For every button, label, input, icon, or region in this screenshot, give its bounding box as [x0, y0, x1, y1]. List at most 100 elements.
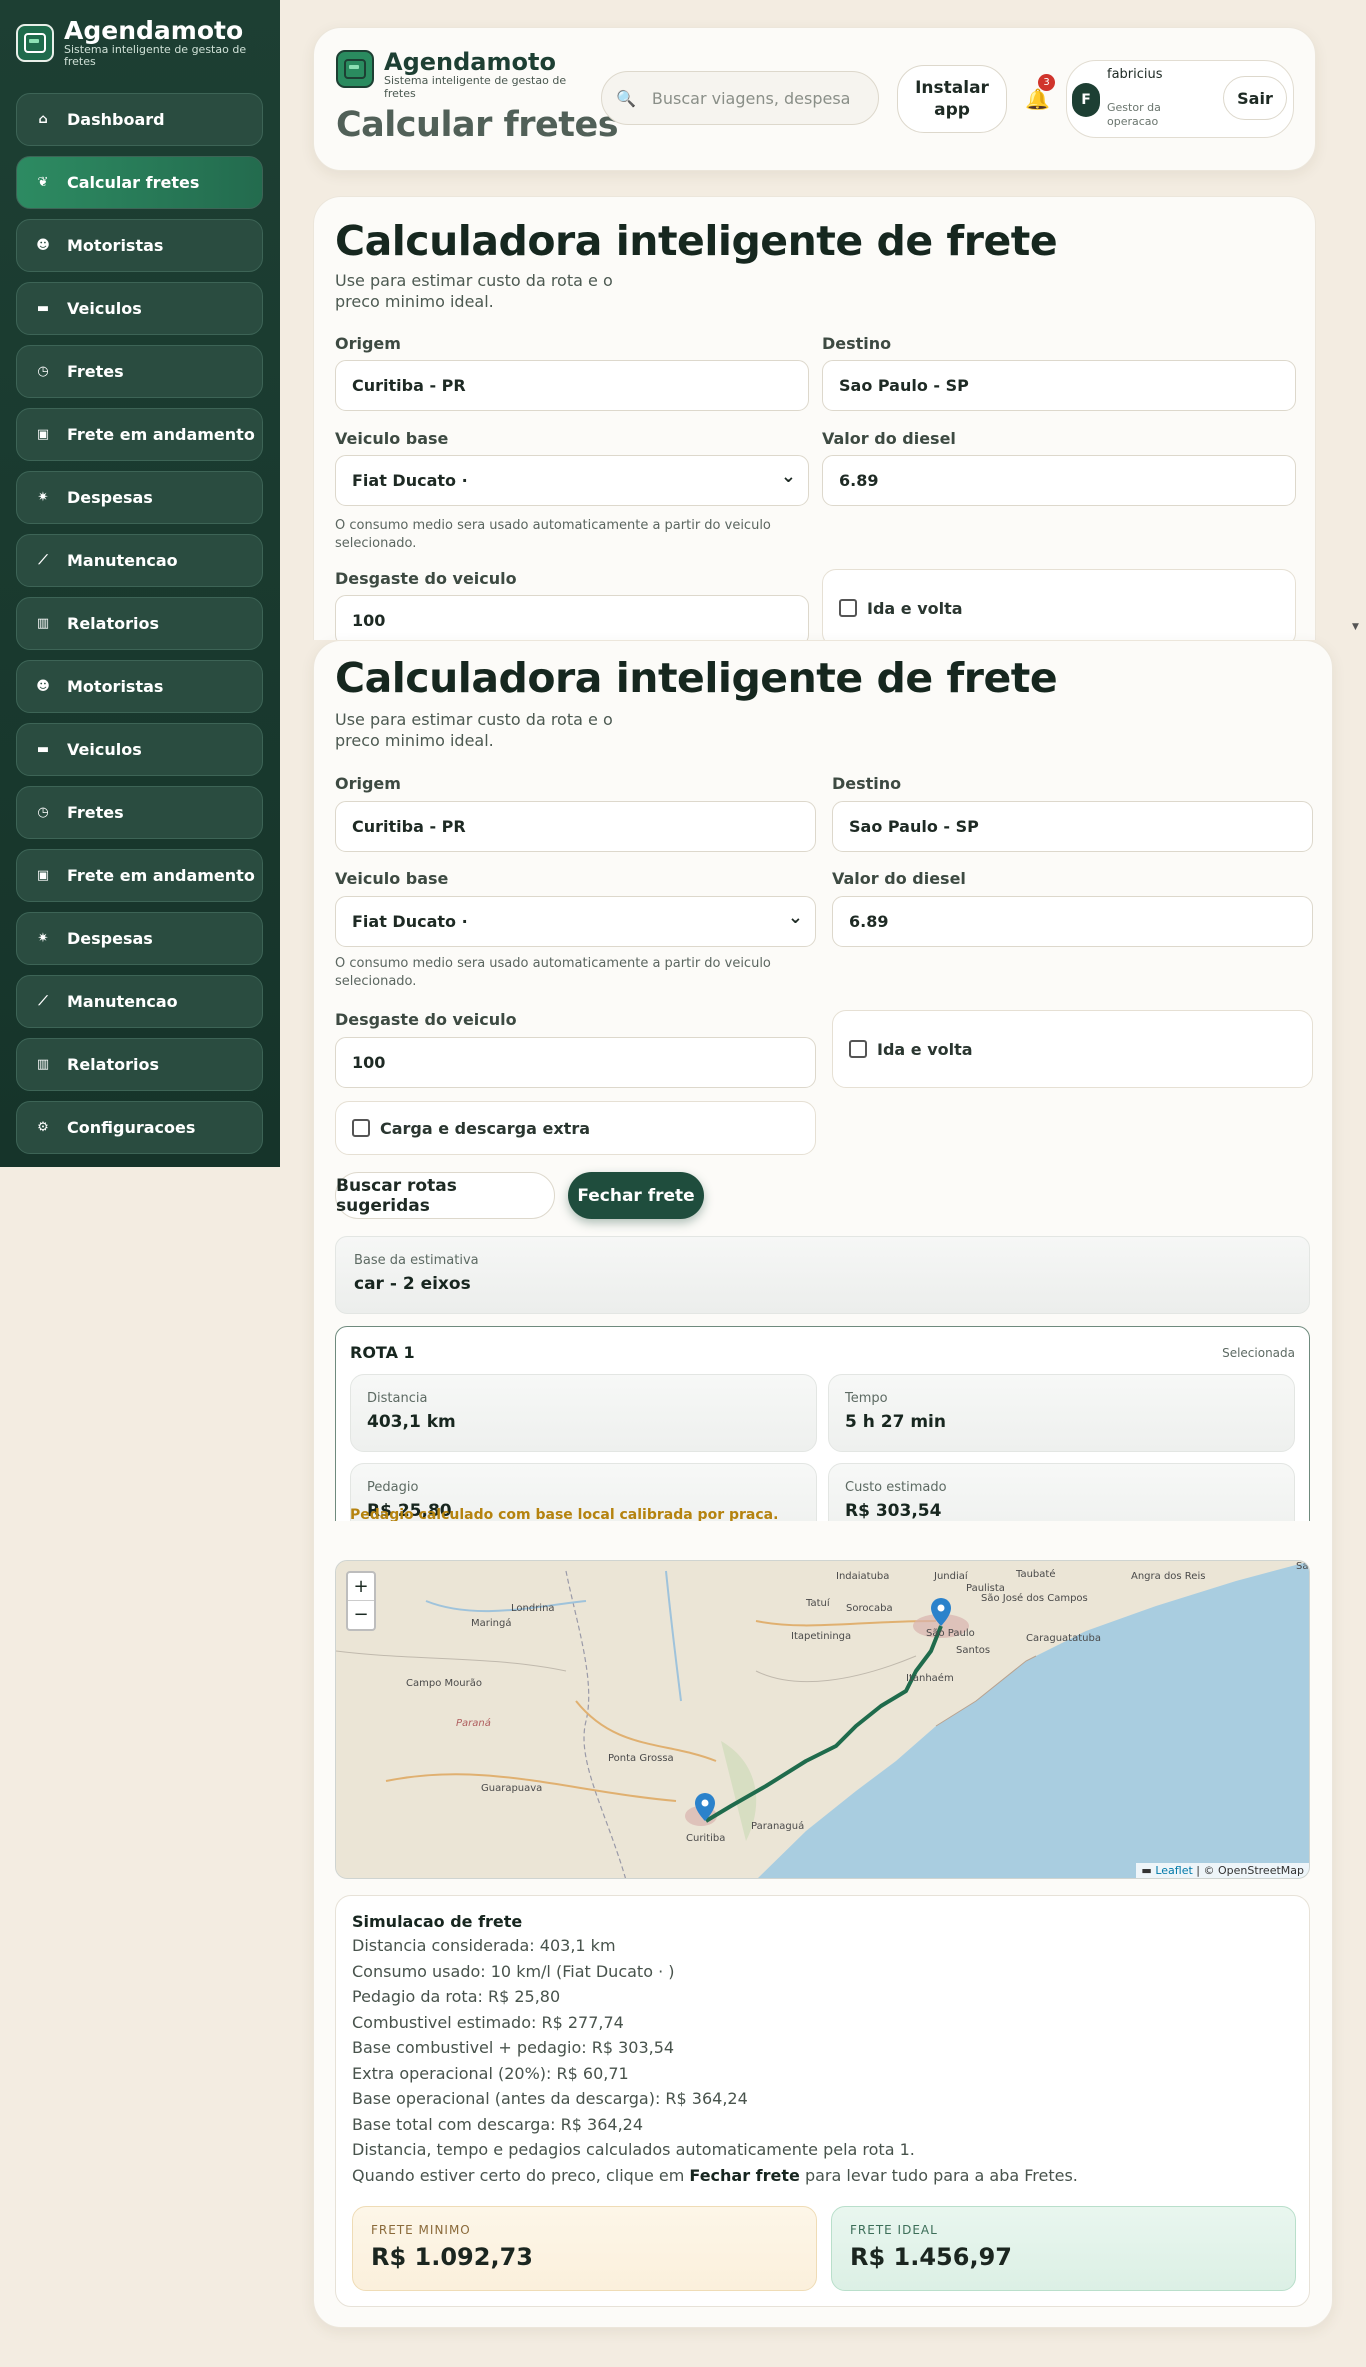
sidebar-item-label: Motoristas	[67, 677, 164, 696]
wand-icon: ⟋	[38, 994, 48, 1009]
toll-label: Pedagio	[367, 1480, 419, 1495]
map-place-label: Tatuí	[805, 1597, 831, 1609]
origin-label: Origem	[335, 334, 401, 353]
search-icon: 🔍	[616, 88, 636, 108]
simulation-line: Distancia considerada: 403,1 km	[352, 1936, 616, 1955]
search-placeholder: Buscar viagens, despesa	[651, 88, 851, 108]
zoom-out-button[interactable]: −	[348, 1601, 374, 1629]
map-place-label: São Paulo	[926, 1628, 975, 1639]
round-trip-checkbox-2[interactable]: Ida e volta	[832, 1010, 1313, 1088]
sidebar-item-motoristas[interactable]: ☻ Motoristas	[16, 219, 263, 272]
sidebar-item-dashboard[interactable]: ⌂ Dashboard	[16, 93, 263, 146]
package-icon: ▣	[36, 868, 50, 883]
sidebar-item-label: Motoristas	[67, 236, 164, 255]
extra-load-box[interactable]	[352, 1119, 370, 1137]
package-icon: ▣	[36, 427, 50, 442]
calculator-card-top: Calculadora inteligente de frete Use par…	[313, 196, 1316, 640]
distance-value: 403,1 km	[367, 1412, 456, 1432]
clock-icon: ◷	[37, 805, 49, 820]
close-freight-button[interactable]: Fechar frete	[568, 1172, 704, 1219]
sidebar-item-fretes[interactable]: ◷ Fretes	[16, 345, 263, 398]
app-name: Agendamoto	[64, 16, 244, 45]
simulation-line: Consumo usado: 10 km/l (Fiat Ducato · )	[352, 1961, 675, 1981]
sidebar-item-manutencao[interactable]: ⟋ Manutencao	[16, 975, 263, 1028]
round-trip-checkbox[interactable]: Ida e volta	[822, 569, 1296, 640]
route-card[interactable]: ROTA 1 Selecionada Distancia 403,1 km Tem…	[335, 1326, 1310, 1521]
suggest-routes-button[interactable]: Buscar rotas sugeridas	[335, 1172, 555, 1219]
estimate-base-value: car - 2 eixos	[354, 1274, 471, 1294]
simulation-line: Base operacional (antes da descarga): R$…	[352, 2089, 748, 2108]
search-input[interactable]: 🔍 Buscar viagens, despesa	[601, 71, 879, 125]
wear-label: Desgaste do veiculo	[335, 569, 517, 588]
ideal-freight-value: R$ 1.456,97	[850, 2243, 1012, 2271]
vehicle-select-value-2: Fiat Ducato ·	[352, 912, 468, 931]
origin-input[interactable]: Curitiba - PR	[335, 360, 809, 411]
sidebar-item-label: Fretes	[67, 362, 124, 381]
vehicle-label-2: Veiculo base	[335, 869, 449, 888]
round-trip-label-2: Ida e volta	[877, 1039, 973, 1059]
simulation-line: Pedagio da rota: R$ 25,80	[352, 1987, 561, 2006]
sidebar-item-fretes[interactable]: ◷ Fretes	[16, 786, 263, 839]
map-place-label: Londrina	[511, 1603, 555, 1614]
zoom-in-button[interactable]: +	[348, 1573, 374, 1601]
clock-icon: ◷	[37, 364, 49, 379]
sidebar-item-relatorios[interactable]: ▥ Relatorios	[16, 597, 263, 650]
round-trip-box-2[interactable]	[849, 1040, 867, 1058]
estimate-base-label: Base da estimativa	[354, 1253, 479, 1268]
install-app-button[interactable]: Instalar app	[897, 65, 1007, 133]
calculator-subtitle: Use para estimar custo da rota e o preco…	[335, 271, 613, 311]
cost-label: Custo estimado	[845, 1480, 947, 1495]
round-trip-box[interactable]	[839, 599, 857, 617]
chart-icon: ▥	[36, 1057, 50, 1072]
wand-icon: ⟋	[38, 553, 48, 568]
sidebar-item-label: Frete em andamento	[67, 425, 255, 444]
simulation-line: Base total com descarga: R$ 364,24	[352, 2114, 644, 2134]
diesel-input-2[interactable]: 6.89	[832, 896, 1313, 947]
sidebar-item-veiculos[interactable]: ▬ Veiculos	[16, 723, 263, 776]
map-canvas[interactable]: Jundiaí TaubatéIndaiatubaPaulistaSão José…	[336, 1561, 1310, 1879]
sidebar-item-label: Veiculos	[67, 299, 142, 318]
sidebar-item-relatorios[interactable]: ▥ Relatorios	[16, 1038, 263, 1091]
sidebar-item-calcular-fretes[interactable]: ❦ Calcular fretes	[16, 156, 263, 209]
origin-input-2[interactable]: Curitiba - PR	[335, 801, 816, 852]
cost-value: R$ 303,54	[845, 1501, 942, 1521]
sidebar-item-manutencao[interactable]: ⟋ Manutencao	[16, 534, 263, 587]
destination-input-2[interactable]: Sao Paulo - SP	[832, 801, 1313, 852]
sidebar-item-despesas[interactable]: ✷ Despesas	[16, 912, 263, 965]
simulation-line: Combustivel estimado: R$ 277,74	[352, 2012, 624, 2032]
osm-attribution[interactable]: | © OpenStreetMap	[1196, 1864, 1304, 1877]
logout-button[interactable]: Sair	[1223, 76, 1287, 120]
chart-icon: ▥	[36, 616, 50, 631]
sidebar-item-veiculos[interactable]: ▬ Veiculos	[16, 282, 263, 335]
simulation-line: Base combustivel + pedagio: R$ 303,54	[352, 2038, 675, 2057]
sidebar-item-motoristas[interactable]: ☻ Motoristas	[16, 660, 263, 713]
scroll-arrow-icon[interactable]: ▼	[1352, 622, 1359, 632]
sidebar-item-despesas[interactable]: ✷ Despesas	[16, 471, 263, 524]
sidebar-item-label: Despesas	[67, 488, 153, 507]
sidebar-item-label: Dashboard	[67, 110, 165, 129]
min-freight-box: FRETE MINIMO R$ 1.092,73	[352, 2206, 817, 2291]
wear-input[interactable]: 100	[335, 595, 809, 640]
vehicle-select[interactable]: Fiat Ducato ·	[335, 455, 809, 506]
ukraine-flag-icon: ▬	[1141, 1864, 1152, 1877]
sidebar-brand[interactable]: Agendamoto Sistema inteligente de gestao…	[16, 18, 254, 68]
wear-input-2[interactable]: 100	[335, 1037, 816, 1088]
vehicle-select-value: Fiat Ducato ·	[352, 471, 468, 490]
route-map[interactable]: Jundiaí Taubaté Indaiatuba Paulista São José…	[335, 1560, 1310, 1879]
vehicle-select-2[interactable]: Fiat Ducato ·	[335, 896, 816, 947]
destination-input[interactable]: Sao Paulo - SP	[822, 360, 1296, 411]
diesel-input[interactable]: 6.89	[822, 455, 1296, 506]
extra-load-checkbox[interactable]: Carga e descarga extra	[335, 1101, 816, 1155]
destination-label-2: Destino	[832, 774, 902, 793]
leaflet-link[interactable]: Leaflet	[1155, 1864, 1192, 1877]
calculator-title: Calculadora inteligente de frete	[335, 217, 1058, 265]
sidebar-item-configuracoes[interactable]: ⚙ Configuracoes	[16, 1101, 263, 1154]
map-place-label: Jundiaí	[933, 1570, 969, 1582]
brain-icon: ❦	[37, 175, 49, 190]
sidebar-item-label: Despesas	[67, 929, 153, 948]
sidebar-item-frete-em-andamento[interactable]: ▣ Frete em andamento	[16, 408, 263, 461]
route-status: Selecionada	[1222, 1346, 1295, 1360]
sidebar-item-frete-em-andamento[interactable]: ▣ Frete em andamento	[16, 849, 263, 902]
diesel-label: Valor do diesel	[822, 429, 956, 448]
ideal-freight-label: FRETE IDEAL	[850, 2223, 938, 2237]
